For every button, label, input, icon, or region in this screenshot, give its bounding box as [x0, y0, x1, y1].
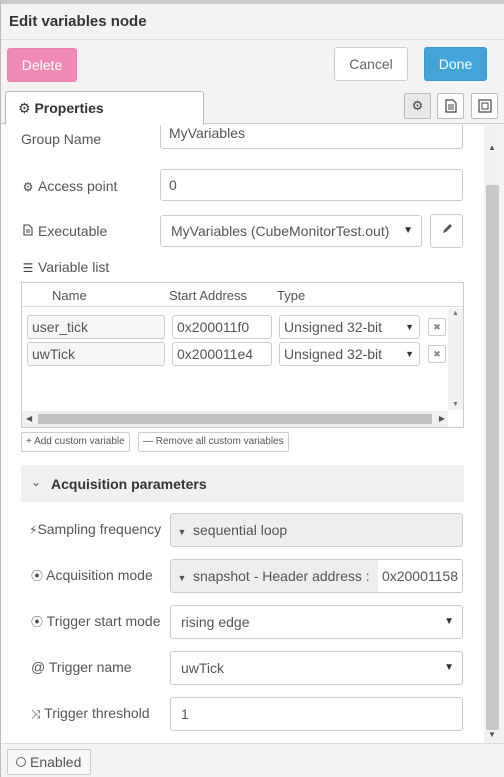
trigger-threshold-input[interactable]: 1	[170, 697, 463, 731]
acquisition-section-header[interactable]: ⌄ Acquisition parameters	[21, 465, 464, 502]
tray-header: Edit variables node	[1, 4, 504, 40]
sampling-frequency-select[interactable]: ▼ sequential loop	[170, 513, 463, 547]
pencil-icon	[442, 224, 452, 233]
shuffle-icon: ⤨	[31, 707, 41, 721]
executable-label: Executable	[21, 223, 107, 239]
variable-list-label: ☰ Variable list	[21, 259, 110, 275]
circle-icon	[16, 757, 26, 767]
scroll-right-icon[interactable]: ▶	[439, 414, 445, 423]
remove-row-icon[interactable]: ✖	[428, 318, 446, 336]
tray-footer: Enabled	[1, 743, 504, 777]
list-icon: ☰	[22, 261, 34, 275]
var-name-cell[interactable]: user_tick	[27, 315, 165, 339]
trigger-start-mode-value: rising edge	[181, 614, 250, 630]
acquisition-mode-label: ⦿ Acquisition mode	[31, 567, 153, 584]
done-button[interactable]: Done	[424, 47, 487, 81]
variable-table: Name Start Address Type user_tick 0x2000…	[21, 282, 464, 428]
executable-value: MyVariables (CubeMonitorTest.out)	[171, 223, 390, 239]
col-start-address: Start Address	[169, 288, 248, 303]
gear-icon: ⚙	[18, 100, 31, 116]
trigger-start-mode-text: Trigger start mode	[46, 613, 161, 629]
acquisition-mode-select[interactable]: ▼ snapshot - Header address : 0x20001158	[170, 559, 463, 593]
table-horizontal-scrollbar[interactable]: ◀ ▶	[22, 411, 448, 427]
tray-toolbar: Delete Cancel Done	[1, 40, 504, 90]
group-name-label: Group Name	[21, 131, 102, 147]
vertical-scroll-thumb[interactable]	[486, 185, 499, 730]
sampling-frequency-value: sequential loop	[193, 522, 288, 538]
sampling-frequency-label: ⚡Sampling frequency	[29, 521, 161, 537]
trigger-name-select[interactable]: uwTick ▼	[170, 651, 463, 685]
properties-content: Group Name MyVariables ⚙ Access point 0 E…	[1, 125, 484, 743]
gear-icon: ⚙	[22, 180, 34, 194]
delete-button[interactable]: Delete	[7, 48, 77, 82]
file-icon	[21, 224, 35, 239]
scroll-down-icon[interactable]: ▼	[488, 730, 496, 739]
chevron-down-icon: ⌄	[31, 475, 42, 489]
variable-table-header: Name Start Address Type	[22, 283, 463, 307]
sampling-frequency-text: Sampling frequency	[37, 521, 162, 537]
col-name: Name	[52, 288, 87, 303]
remove-row-icon[interactable]: ✖	[428, 345, 446, 363]
frame-icon[interactable]	[471, 93, 498, 119]
enabled-toggle-button[interactable]: Enabled	[7, 749, 91, 775]
cancel-button[interactable]: Cancel	[334, 47, 408, 81]
caret-down-icon: ▼	[177, 527, 187, 537]
header-address-value[interactable]: 0x20001158	[377, 560, 462, 592]
trigger-name-label: @ Trigger name	[31, 659, 132, 675]
scroll-left-icon[interactable]: ◀	[26, 414, 32, 423]
trigger-start-mode-select[interactable]: rising edge ▼	[170, 605, 463, 639]
caret-down-icon: ▼	[403, 225, 413, 236]
var-type-select[interactable]: Unsigned 32-bit ▼	[279, 315, 420, 339]
horizontal-scroll-thumb[interactable]	[38, 414, 432, 424]
enabled-label: Enabled	[30, 754, 82, 770]
edit-pencil-button[interactable]	[430, 214, 463, 248]
variable-list-text: Variable list	[38, 259, 110, 275]
acquisition-mode-value: snapshot - Header address :	[193, 568, 370, 584]
acquisition-mode-text: Acquisition mode	[46, 567, 153, 583]
dot-circle-icon: ⦿	[31, 569, 44, 583]
acquisition-section-title: Acquisition parameters	[51, 476, 207, 492]
var-type-select[interactable]: Unsigned 32-bit ▼	[279, 342, 420, 366]
executable-text: Executable	[38, 223, 108, 239]
play-circle-icon: ⦿	[31, 615, 44, 629]
scroll-up-icon[interactable]: ▲	[488, 143, 496, 152]
tab-properties-label: ⚙ Properties	[18, 100, 104, 117]
tab-properties-text: Properties	[34, 100, 104, 116]
caret-down-icon: ▼	[444, 662, 454, 673]
content-vertical-scrollbar[interactable]: ▲ ▼	[484, 125, 501, 743]
caret-down-icon: ▼	[405, 322, 414, 332]
access-point-text: Access point	[38, 178, 118, 194]
gear-icon[interactable]: ⚙	[404, 93, 431, 119]
group-name-input[interactable]: MyVariables	[160, 125, 463, 149]
table-vertical-scrollbar[interactable]: ▲ ▼	[448, 308, 463, 410]
trigger-threshold-text: Trigger threshold	[44, 705, 150, 721]
edit-tray: Edit variables node Delete Cancel Done ⚙…	[0, 0, 504, 777]
trigger-threshold-label: ⤨ Trigger threshold	[31, 705, 150, 722]
scroll-up-icon[interactable]: ▲	[452, 310, 459, 317]
caret-down-icon: ▼	[177, 573, 187, 583]
scroll-down-icon[interactable]: ▼	[452, 401, 459, 408]
tab-bar: ⚙ Properties ⚙	[1, 90, 504, 125]
var-address-cell[interactable]: 0x200011e4	[172, 342, 272, 366]
executable-select[interactable]: MyVariables (CubeMonitorTest.out) ▼	[160, 215, 422, 247]
remove-all-custom-variables-button[interactable]: — Remove all custom variables	[138, 432, 289, 452]
caret-down-icon: ▼	[444, 616, 454, 627]
var-type-value: Unsigned 32-bit	[284, 346, 383, 362]
trigger-start-mode-label: ⦿ Trigger start mode	[31, 613, 161, 630]
tray-title: Edit variables node	[9, 13, 147, 30]
var-name-cell[interactable]: uwTick	[27, 342, 165, 366]
access-point-input[interactable]: 0	[160, 169, 463, 201]
tab-properties[interactable]: ⚙ Properties	[5, 91, 204, 125]
document-icon[interactable]	[437, 93, 464, 119]
trigger-name-value: uwTick	[181, 660, 225, 676]
add-custom-variable-button[interactable]: + Add custom variable	[21, 432, 130, 452]
caret-down-icon: ▼	[405, 349, 414, 359]
access-point-label: ⚙ Access point	[21, 178, 118, 194]
col-type: Type	[277, 288, 306, 303]
var-address-cell[interactable]: 0x200011f0	[172, 315, 272, 339]
var-type-value: Unsigned 32-bit	[284, 319, 383, 335]
